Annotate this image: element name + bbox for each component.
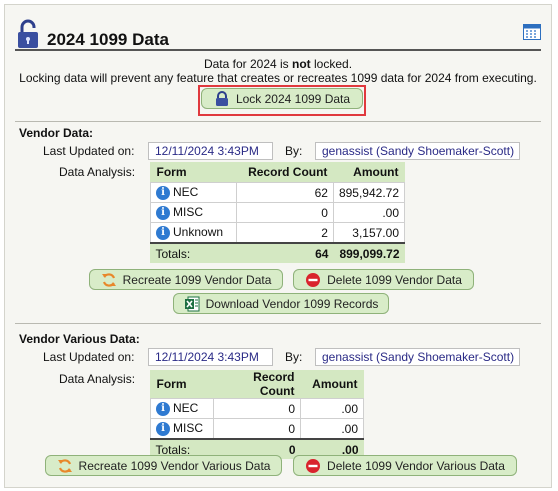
form-label: MISC <box>173 205 203 220</box>
info-icon[interactable]: i <box>156 185 170 200</box>
lock-status-post: locked. <box>310 57 353 71</box>
vendor-by-label: By: <box>285 144 303 158</box>
section-divider <box>15 121 541 122</box>
amount-cell: .00 <box>300 418 364 440</box>
excel-icon <box>184 296 200 311</box>
col-header-form: Form <box>156 165 187 179</box>
recreate-various-data-button[interactable]: Recreate 1099 Vendor Various Data <box>45 455 282 476</box>
info-icon[interactable]: i <box>156 401 170 416</box>
lock-status-pre: Data for 2024 is <box>203 57 293 71</box>
recreate-various-data-label: Recreate 1099 Vendor Various Data <box>78 458 271 473</box>
delete-circle-icon <box>306 458 321 473</box>
info-icon[interactable]: i <box>156 205 170 220</box>
lock-data-button[interactable]: Lock 2024 1099 Data <box>201 88 363 109</box>
various-analysis-label: Data Analysis: <box>59 372 136 386</box>
table-row: i NEC 0 .00 <box>150 398 364 419</box>
various-by-value: genassist (Sandy Shoemaker-Scott) <box>315 348 520 366</box>
col-header-form: Form <box>156 377 187 391</box>
col-header-amount: Amount <box>312 377 358 391</box>
vendor-last-updated-label: Last Updated on: <box>43 144 135 158</box>
various-last-updated-value: 12/11/2024 3:43PM <box>148 348 273 366</box>
vendor-by-value: genassist (Sandy Shoemaker-Scott) <box>315 142 520 160</box>
count-cell: 0 <box>213 398 301 419</box>
delete-various-data-label: Delete 1099 Vendor Various Data <box>327 458 505 473</box>
col-header-count: Record Count <box>253 370 295 398</box>
delete-vendor-data-label: Delete 1099 Vendor Data <box>327 272 462 287</box>
form-label: Unknown <box>173 225 224 240</box>
vendor-analysis-label: Data Analysis: <box>59 165 136 179</box>
totals-amount: 899,099.72 <box>333 242 405 263</box>
col-header-count: Record Count <box>248 165 328 179</box>
amount-cell: 3,157.00 <box>332 222 406 244</box>
form-label: NEC <box>173 401 199 416</box>
vendor-analysis-table: Form Record Count Amount i NEC 62 895,942… <box>149 162 406 263</box>
info-icon[interactable]: i <box>156 421 170 436</box>
table-row: i Unknown 2 3,157.00 <box>149 222 406 244</box>
padlock-icon <box>215 90 228 106</box>
form-cell: i NEC <box>149 182 238 203</box>
panel-header: 2024 1099 Data <box>5 5 551 51</box>
lock-data-button-label: Lock 2024 1099 Data <box>235 91 351 106</box>
header-divider <box>15 49 541 51</box>
form-label: MISC <box>173 421 203 436</box>
refresh-icon <box>57 458 72 473</box>
lock-status-bold: not <box>292 57 311 71</box>
info-icon[interactable]: i <box>156 225 170 240</box>
table-row: i MISC 0 .00 <box>150 418 364 440</box>
download-vendor-records-label: Download Vendor 1099 Records <box>205 296 379 311</box>
totals-count: 64 <box>236 242 334 263</box>
count-cell: 2 <box>236 222 334 244</box>
download-vendor-records-button[interactable]: Download Vendor 1099 Records <box>173 293 389 314</box>
count-cell: 62 <box>236 182 334 203</box>
table-row: i NEC 62 895,942.72 <box>149 182 406 203</box>
section-divider <box>15 323 541 324</box>
table-header-row: Form Record Count Amount <box>151 370 364 399</box>
amount-cell: 895,942.72 <box>332 182 406 203</box>
lock-warning-text: Locking data will prevent any feature th… <box>19 71 537 85</box>
col-header-amount: Amount <box>353 165 399 179</box>
unlocked-padlock-icon <box>18 19 38 48</box>
page-title: 2024 1099 Data <box>47 30 169 49</box>
delete-various-data-button[interactable]: Delete 1099 Vendor Various Data <box>293 455 517 476</box>
various-section-title: Vendor Various Data: <box>19 332 140 346</box>
delete-vendor-data-button[interactable]: Delete 1099 Vendor Data <box>293 269 474 290</box>
form-cell: i NEC <box>150 398 214 419</box>
form-cell: i MISC <box>149 202 238 223</box>
form-label: NEC <box>173 185 199 200</box>
refresh-icon <box>101 272 116 287</box>
form-cell: i MISC <box>150 418 214 440</box>
various-by-label: By: <box>285 350 303 364</box>
amount-cell: .00 <box>332 202 406 223</box>
1099-data-panel: 2024 1099 Data Data for 2024 is not lock… <box>4 4 552 488</box>
form-cell: i Unknown <box>149 222 238 244</box>
recreate-vendor-data-label: Recreate 1099 Vendor Data <box>122 272 272 287</box>
count-cell: 0 <box>236 202 334 223</box>
lock-status-text: Data for 2024 is not locked. <box>5 57 551 71</box>
totals-row: Totals: 64 899,099.72 <box>150 242 405 263</box>
recreate-vendor-data-button[interactable]: Recreate 1099 Vendor Data <box>89 269 283 290</box>
count-cell: 0 <box>213 418 301 440</box>
table-header-row: Form Record Count Amount <box>151 162 405 183</box>
amount-cell: .00 <box>300 398 364 419</box>
totals-label: Totals: <box>150 242 237 263</box>
vendor-last-updated-value: 12/11/2024 3:43PM <box>148 142 273 160</box>
table-row: i MISC 0 .00 <box>149 202 406 223</box>
various-last-updated-label: Last Updated on: <box>43 350 135 364</box>
calendar-icon[interactable] <box>523 23 541 40</box>
delete-circle-icon <box>306 272 321 287</box>
various-analysis-table: Form Record Count Amount i NEC 0 .00 i MIS… <box>150 370 364 459</box>
vendor-section-title: Vendor Data: <box>19 126 94 140</box>
